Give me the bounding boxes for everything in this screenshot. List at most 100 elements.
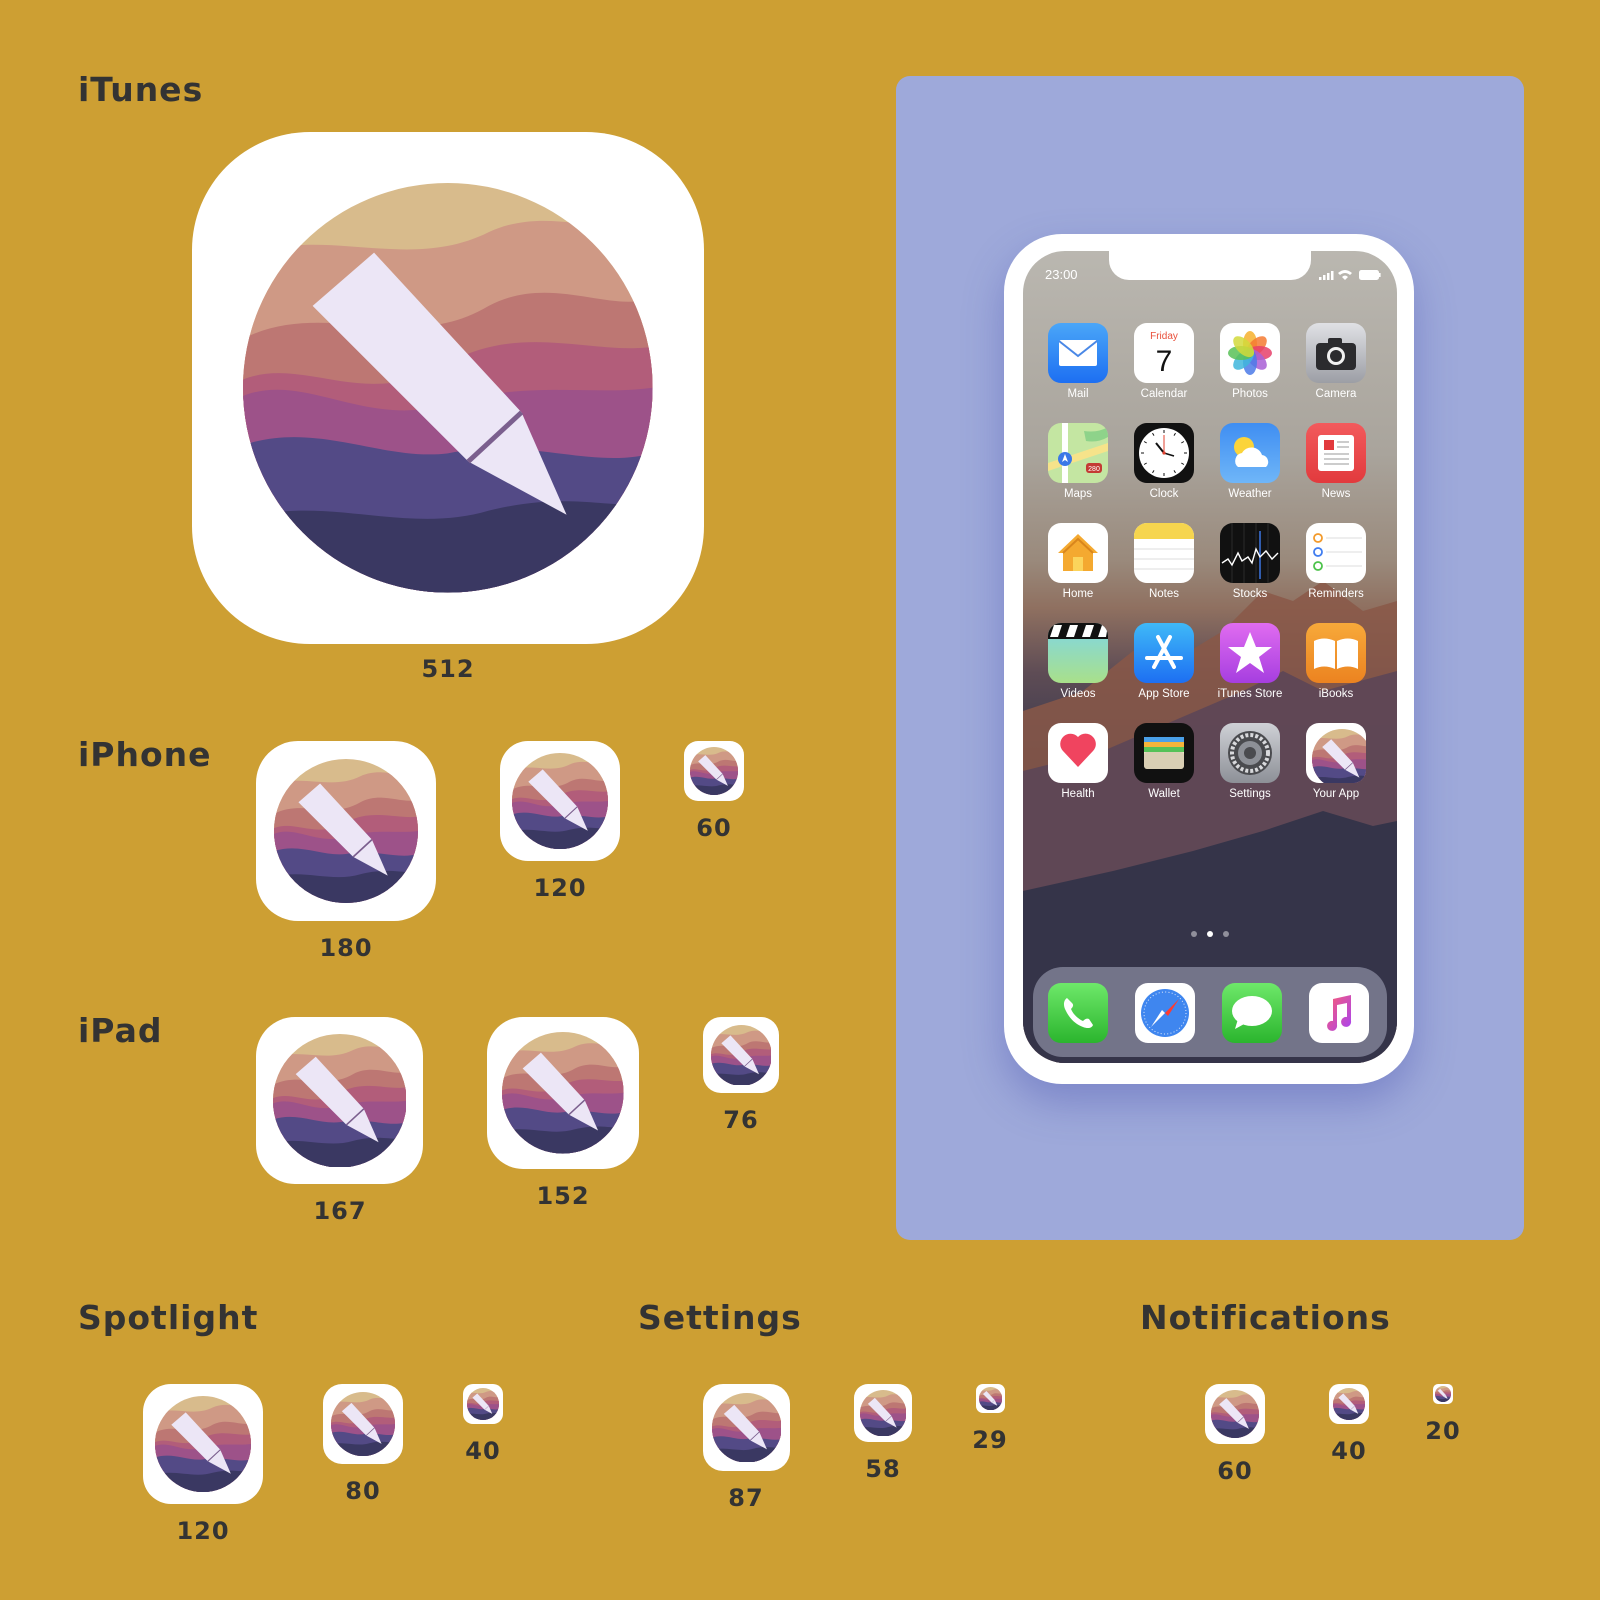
maps-icon: 280 — [1048, 423, 1108, 483]
app-logo-icon — [1333, 1388, 1365, 1420]
spotlight-icon-40 — [463, 1384, 503, 1424]
app-label: Notes — [1148, 588, 1180, 600]
app-logo-icon — [711, 1025, 772, 1086]
home-app-camera[interactable]: Camera — [1296, 323, 1376, 400]
app-logo-icon — [1435, 1386, 1451, 1402]
iphone-screen: 23:00 Mail Friday 7 Calendar Photos Camera 280… — [1023, 251, 1397, 1063]
home-icon — [1048, 523, 1108, 583]
home-app-ibooks[interactable]: iBooks — [1296, 623, 1376, 700]
health-icon — [1048, 723, 1108, 783]
size-label-180: 180 — [319, 934, 373, 962]
notifications-icon-40 — [1329, 1384, 1369, 1424]
section-title-notifications: Notifications — [1140, 1298, 1391, 1337]
home-app-health[interactable]: Health — [1038, 723, 1118, 800]
home-app-your-app[interactable]: Your App — [1296, 723, 1376, 800]
app-logo-icon — [273, 1034, 407, 1168]
music-icon — [1309, 983, 1369, 1043]
app-label: Calendar — [1140, 388, 1188, 400]
page-dot[interactable] — [1191, 931, 1197, 937]
app-logo-icon — [512, 753, 608, 849]
size-label-120: 120 — [533, 874, 587, 902]
home-app-settings[interactable]: Settings — [1210, 723, 1290, 800]
app-icon-167 — [256, 1017, 423, 1184]
videos-icon — [1048, 623, 1108, 683]
wallet-icon — [1134, 723, 1194, 783]
news-icon — [1306, 423, 1366, 483]
settings-icon-87 — [703, 1384, 790, 1471]
app-icon-120 — [500, 741, 620, 861]
app-label: Camera — [1315, 388, 1357, 400]
itunes-store-icon — [1220, 623, 1280, 683]
app-label: iTunes Store — [1217, 688, 1283, 700]
app-logo-icon — [712, 1393, 782, 1463]
app-label: Home — [1062, 588, 1094, 600]
app-logo-icon — [860, 1390, 906, 1436]
app-store-icon — [1134, 623, 1194, 683]
notifications-icon-60 — [1205, 1384, 1265, 1444]
dock-music-app[interactable] — [1309, 983, 1369, 1043]
home-app-news[interactable]: News — [1296, 423, 1376, 500]
home-screen-preview-panel: 23:00 Mail Friday 7 Calendar Photos Camera 280… — [896, 76, 1524, 1240]
dock-phone-app[interactable] — [1048, 983, 1108, 1043]
stocks-icon — [1220, 523, 1280, 583]
app-label: Weather — [1228, 488, 1272, 500]
app-logo-icon — [274, 759, 418, 903]
svg-text:Friday: Friday — [1150, 331, 1178, 342]
section-title-settings: Settings — [638, 1298, 802, 1337]
app-label: Mail — [1067, 388, 1089, 400]
home-app-wallet[interactable]: Wallet — [1124, 723, 1204, 800]
notes-icon — [1134, 523, 1194, 583]
page-indicator — [1191, 931, 1231, 939]
app-label: Photos — [1232, 388, 1268, 400]
home-app-home[interactable]: Home — [1038, 523, 1118, 600]
home-app-calendar[interactable]: Friday 7 Calendar — [1124, 323, 1204, 400]
safari-icon — [1135, 983, 1195, 1043]
spotlight-icon-120 — [143, 1384, 263, 1504]
home-app-itunes-store[interactable]: iTunes Store — [1210, 623, 1290, 700]
dock-messages-app[interactable] — [1222, 983, 1282, 1043]
iphone-mockup: 23:00 Mail Friday 7 Calendar Photos Camera 280… — [1004, 234, 1414, 1084]
home-app-weather[interactable]: Weather — [1210, 423, 1290, 500]
status-icons — [1319, 270, 1381, 280]
home-app-notes[interactable]: Notes — [1124, 523, 1204, 600]
app-logo-icon — [502, 1032, 624, 1154]
size-label-167: 167 — [313, 1197, 367, 1225]
app-logo-icon — [690, 747, 738, 795]
dock — [1033, 967, 1387, 1057]
app-label: Clock — [1149, 488, 1179, 500]
home-app-clock[interactable]: Clock — [1124, 423, 1204, 500]
messages-icon — [1222, 983, 1282, 1043]
spotlight-size-label-80: 80 — [345, 1477, 381, 1505]
weather-icon — [1220, 423, 1280, 483]
home-app-maps[interactable]: 280 Maps — [1038, 423, 1118, 500]
svg-text:280: 280 — [1088, 466, 1100, 473]
size-label-152: 152 — [536, 1182, 590, 1210]
size-label-512: 512 — [421, 655, 475, 683]
spotlight-icon-80 — [323, 1384, 403, 1464]
home-app-photos[interactable]: Photos — [1210, 323, 1290, 400]
dock-safari-app[interactable] — [1135, 983, 1195, 1043]
app-logo-icon — [155, 1396, 251, 1492]
app-icon-512 — [192, 132, 704, 644]
settings-size-label-29: 29 — [972, 1426, 1008, 1454]
home-app-mail[interactable]: Mail — [1038, 323, 1118, 400]
size-label-60: 60 — [696, 814, 732, 842]
settings-size-label-87: 87 — [728, 1484, 764, 1512]
home-app-stocks[interactable]: Stocks — [1210, 523, 1290, 600]
ibooks-icon — [1306, 623, 1366, 683]
settings-icon-29 — [976, 1384, 1005, 1413]
app-label: News — [1321, 488, 1351, 500]
page-dot-active[interactable] — [1207, 931, 1213, 937]
app-icon-76 — [703, 1017, 779, 1093]
home-app-videos[interactable]: Videos — [1038, 623, 1118, 700]
home-app-reminders[interactable]: Reminders — [1296, 523, 1376, 600]
page-dot[interactable] — [1223, 931, 1229, 937]
app-logo-icon — [331, 1392, 395, 1456]
clock-icon — [1134, 423, 1194, 483]
home-app-app-store[interactable]: App Store — [1124, 623, 1204, 700]
app-label: Maps — [1063, 488, 1093, 500]
camera-icon — [1306, 323, 1366, 383]
status-time: 23:00 — [1045, 267, 1078, 282]
section-title-itunes: iTunes — [78, 70, 204, 109]
calendar-icon: Friday 7 — [1134, 323, 1194, 383]
